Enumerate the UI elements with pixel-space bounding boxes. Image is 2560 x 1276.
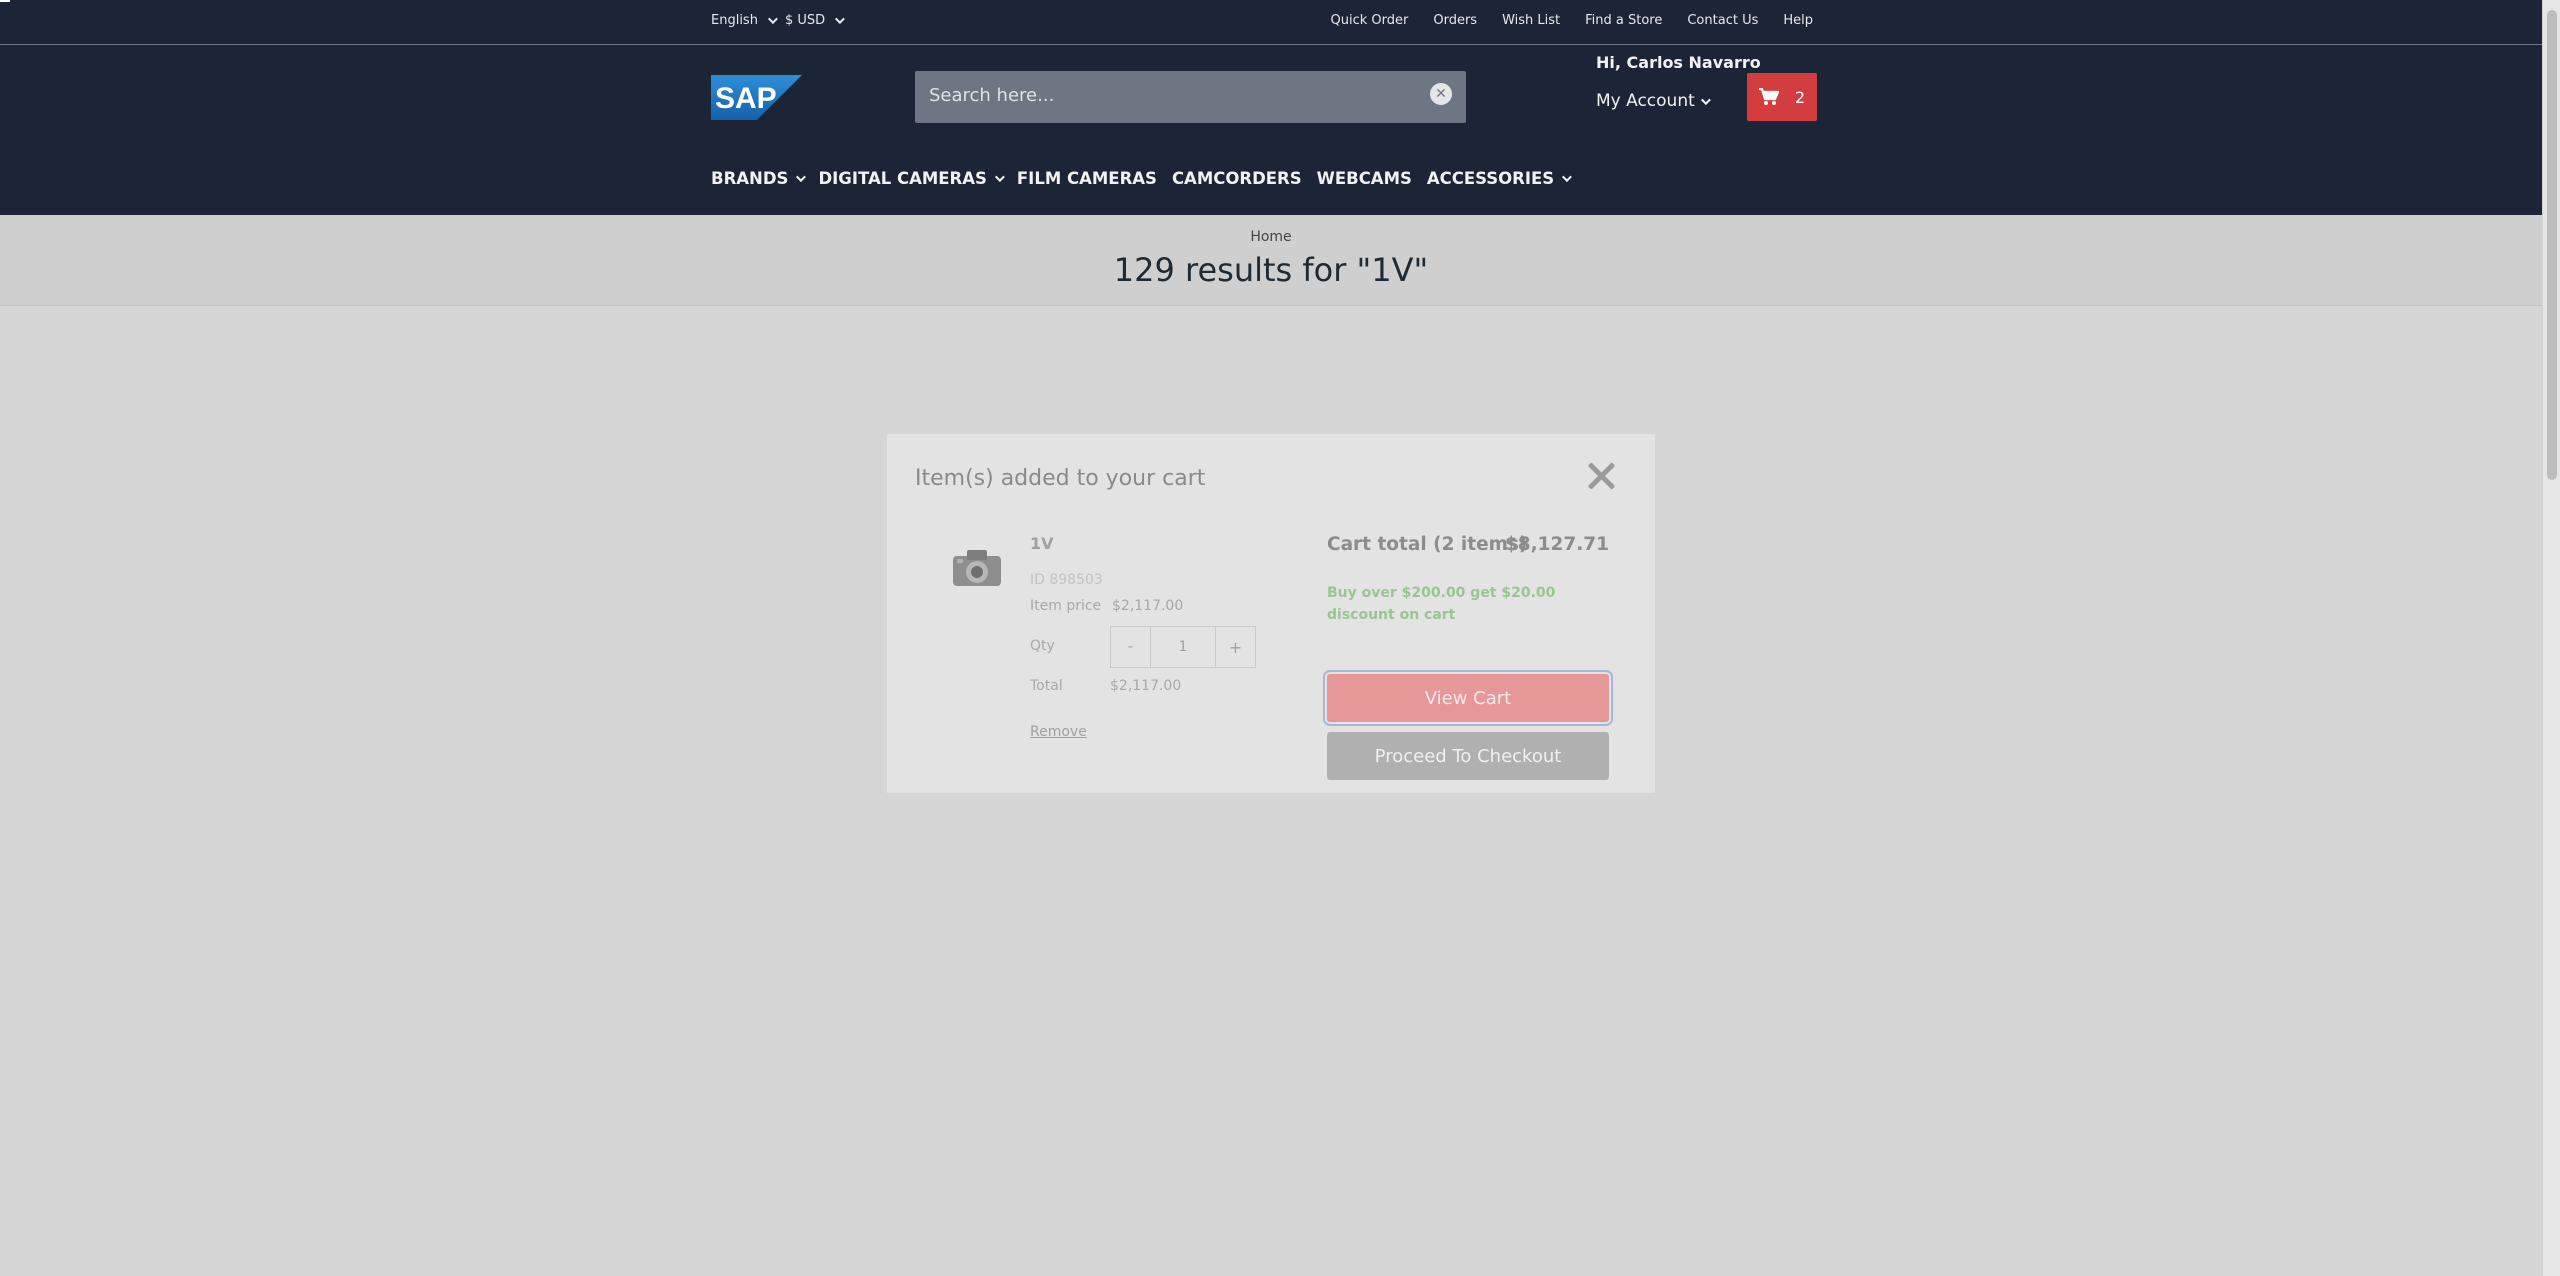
qty-increase-button[interactable]: + <box>1215 627 1255 667</box>
clear-search-icon[interactable]: ✕ <box>1430 83 1452 105</box>
svg-text:SAP: SAP <box>715 82 777 115</box>
total-value: $2,117.00 <box>1110 678 1182 694</box>
nav-brands[interactable]: BRANDS <box>711 169 807 188</box>
link-wish-list[interactable]: Wish List <box>1502 13 1560 28</box>
site-header: SAP Search here... ✕ Hi, Carlos Navarro … <box>0 45 2542 215</box>
language-selector[interactable]: English <box>711 13 778 28</box>
link-contact-us[interactable]: Contact Us <box>1687 13 1758 28</box>
link-find-store[interactable]: Find a Store <box>1585 13 1662 28</box>
cart-icon <box>1758 88 1779 105</box>
search-box[interactable]: Search here... ✕ <box>915 71 1466 123</box>
chevron-down-icon <box>835 14 846 25</box>
scrollbar-thumb[interactable] <box>2547 10 2557 480</box>
utility-links: Quick Order Orders Wish List Find a Stor… <box>1331 13 1814 28</box>
chevron-down-icon <box>796 172 807 183</box>
page-scrollbar[interactable] <box>2542 0 2560 1276</box>
user-greeting: Hi, Carlos Navarro <box>1596 53 1761 72</box>
utility-bar: English $ USD Quick Order Orders Wish Li… <box>0 0 2542 45</box>
item-price-value: $2,117.00 <box>1112 598 1184 614</box>
cart-total-value: $8,127.71 <box>1504 534 1609 555</box>
nav-camcorders[interactable]: CAMCORDERS <box>1172 169 1302 188</box>
qty-label: Qty <box>1030 638 1055 654</box>
nav-film-cameras[interactable]: FILM CAMERAS <box>1017 169 1157 188</box>
remove-link[interactable]: Remove <box>1030 724 1087 740</box>
page-title: 129 results for "1V" <box>1113 251 1429 289</box>
breadcrumb[interactable]: Home <box>0 229 2542 245</box>
link-quick-order[interactable]: Quick Order <box>1331 13 1409 28</box>
item-price-label: Item price <box>1030 598 1102 614</box>
page-title-bar: Home 129 results for "1V" <box>0 215 2542 306</box>
link-help[interactable]: Help <box>1783 13 1813 28</box>
qty-input[interactable]: 1 <box>1151 627 1215 667</box>
chevron-down-icon <box>994 172 1005 183</box>
nav-webcams[interactable]: WEBCAMS <box>1317 169 1412 188</box>
search-input[interactable]: Search here... <box>929 85 1054 106</box>
total-label: Total <box>1030 678 1063 694</box>
nav-digital-cameras[interactable]: DIGITAL CAMERAS <box>818 169 1005 188</box>
link-orders[interactable]: Orders <box>1433 13 1477 28</box>
product-thumbnail[interactable] <box>949 542 1005 592</box>
chevron-down-icon <box>1700 94 1711 105</box>
corner-marker <box>0 0 10 2</box>
nav-label: DIGITAL CAMERAS <box>818 169 987 188</box>
my-account-label: My Account <box>1596 91 1695 111</box>
main-nav: BRANDS DIGITAL CAMERAS FILM CAMERAS CAMC… <box>711 169 1573 188</box>
quantity-stepper: - 1 + <box>1110 626 1256 668</box>
view-cart-button[interactable]: View Cart <box>1323 670 1613 726</box>
nav-label: BRANDS <box>711 169 789 188</box>
cart-total-label: Cart total (2 items) <box>1327 534 1528 555</box>
product-name[interactable]: 1V <box>1030 534 1054 553</box>
qty-decrease-button[interactable]: - <box>1111 627 1151 667</box>
currency-selector[interactable]: $ USD <box>784 13 846 28</box>
added-to-cart-modal: Item(s) added to your cart 1V ID 898503 … <box>887 434 1655 793</box>
nav-label: ACCESSORIES <box>1426 169 1555 188</box>
chevron-down-icon <box>1562 172 1573 183</box>
currency-label: $ USD <box>784 13 826 28</box>
close-icon[interactable] <box>1587 462 1615 490</box>
modal-title: Item(s) added to your cart <box>915 466 1206 491</box>
mini-cart-button[interactable]: 2 <box>1747 73 1817 121</box>
locale-selectors: English $ USD <box>711 13 846 28</box>
chevron-down-icon <box>767 14 778 25</box>
language-label: English <box>711 13 758 28</box>
promotion-message: Buy over $200.00 get $20.00 discount on … <box>1327 585 1556 623</box>
checkout-button[interactable]: Proceed To Checkout <box>1327 732 1609 780</box>
my-account-menu[interactable]: My Account <box>1596 91 1711 111</box>
nav-accessories[interactable]: ACCESSORIES <box>1426 169 1573 188</box>
sap-logo[interactable]: SAP <box>711 75 802 120</box>
cart-count: 2 <box>1794 87 1806 107</box>
product-id: ID 898503 <box>1030 572 1103 588</box>
